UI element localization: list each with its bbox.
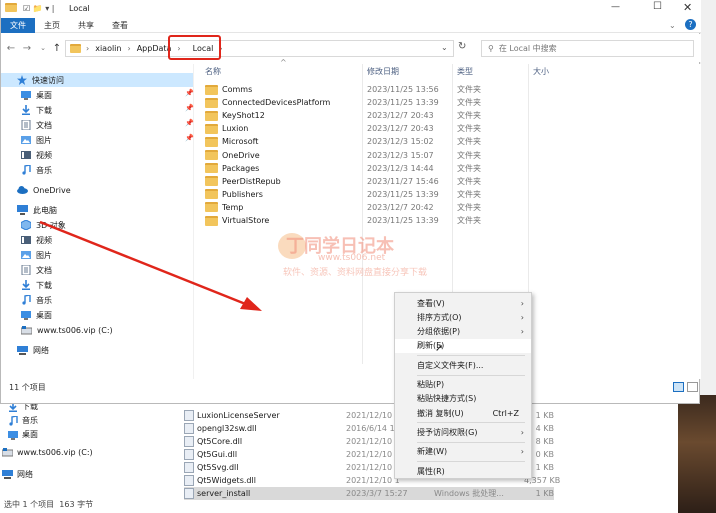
menu-separator bbox=[417, 355, 525, 357]
mouse-cursor-icon: ➚ bbox=[435, 343, 444, 354]
annotation-arrow bbox=[39, 220, 262, 311]
menu-item[interactable]: 属性(R) bbox=[395, 464, 531, 478]
submenu-arrow-icon: › bbox=[520, 327, 524, 337]
context-menu: 查看(V) › 排序方式(O) › 分组依据(P) › 刷新(E) 自定义文件夹(F)... 粘… bbox=[394, 292, 532, 479]
menu-item-label: 分组依据(P) bbox=[417, 327, 461, 337]
submenu-arrow-icon: › bbox=[520, 447, 524, 457]
menu-item[interactable]: 粘贴(P) bbox=[395, 378, 531, 392]
menu-item-label: 属性(R) bbox=[417, 466, 445, 476]
menu-separator bbox=[417, 422, 525, 424]
menu-item-label: 粘贴(P) bbox=[417, 380, 445, 389]
menu-item[interactable]: 撤消 复制(U) Ctrl+Z bbox=[395, 406, 531, 420]
menu-item[interactable]: 新建(W) › bbox=[395, 445, 531, 459]
menu-item-label: 授予访问权限(G) bbox=[417, 427, 478, 437]
menu-separator bbox=[417, 374, 525, 376]
menu-item[interactable]: 排序方式(O) › bbox=[395, 310, 531, 324]
menu-item-label: 撤消 复制(U) bbox=[417, 408, 464, 418]
submenu-arrow-icon: › bbox=[520, 427, 524, 437]
menu-item[interactable]: 粘贴快捷方式(S) bbox=[395, 392, 531, 406]
menu-item-label: 自定义文件夹(F)... bbox=[417, 360, 484, 370]
menu-separator bbox=[417, 441, 525, 443]
menu-item[interactable]: 刷新(E) bbox=[395, 338, 531, 353]
menu-item-label: 新建(W) bbox=[417, 447, 448, 457]
menu-item[interactable]: 自定义文件夹(F)... bbox=[395, 358, 531, 372]
menu-shortcut: Ctrl+Z bbox=[492, 408, 519, 418]
menu-item-label: 粘贴快捷方式(S) bbox=[417, 394, 477, 404]
menu-item[interactable]: 查看(V) › bbox=[395, 296, 531, 310]
menu-item[interactable]: 分组依据(P) › bbox=[395, 325, 531, 339]
submenu-arrow-icon: › bbox=[520, 298, 524, 308]
submenu-arrow-icon: › bbox=[520, 312, 524, 322]
menu-item[interactable]: 授予访问权限(G) › bbox=[395, 425, 531, 439]
menu-item-label: 排序方式(O) bbox=[417, 312, 462, 322]
menu-item-label: 查看(V) bbox=[417, 298, 445, 308]
menu-separator bbox=[417, 461, 525, 462]
